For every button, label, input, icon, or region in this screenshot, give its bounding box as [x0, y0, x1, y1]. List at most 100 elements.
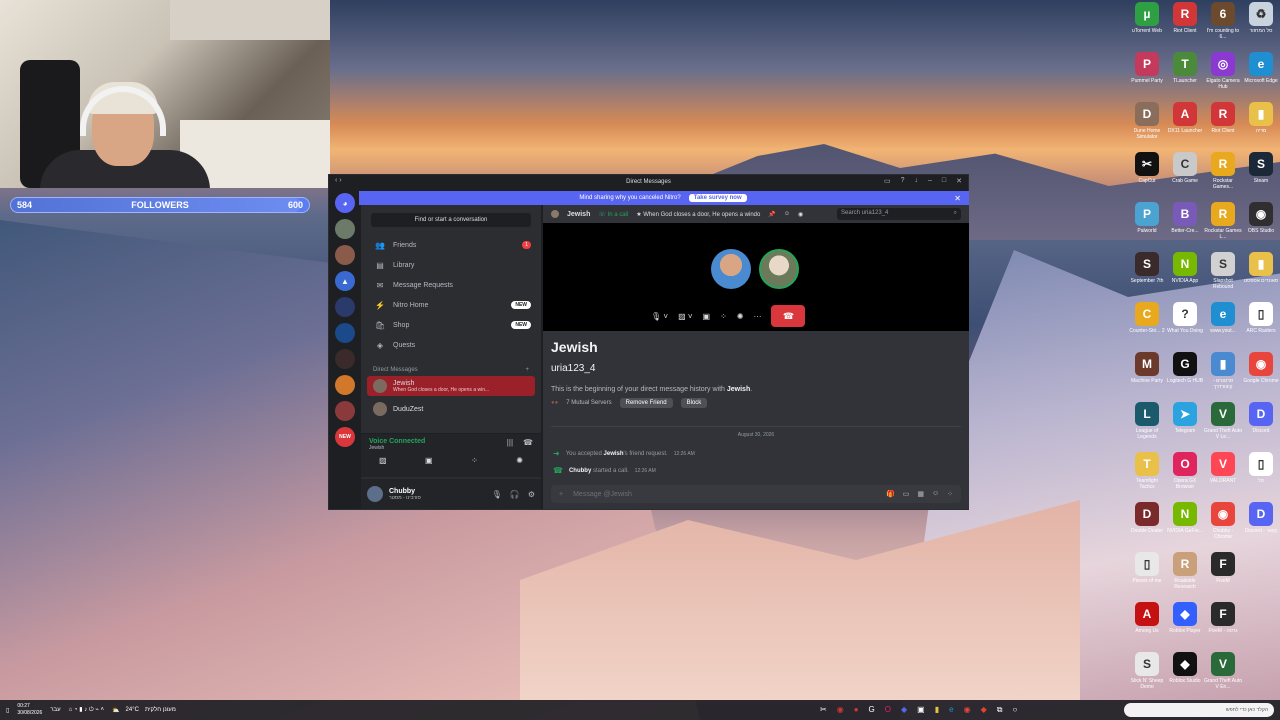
- close-window-icon[interactable]: ✕: [956, 177, 962, 185]
- obs-icon[interactable]: ●: [854, 705, 859, 715]
- capcut-icon[interactable]: ✂: [820, 705, 827, 715]
- new-server-icon[interactable]: NEW: [335, 427, 355, 447]
- nav-item-message-requests[interactable]: ✉ Message Requests: [367, 275, 535, 295]
- desktop-shortcut[interactable]: V Grand Theft Auto V En...: [1204, 652, 1242, 702]
- desktop-shortcut[interactable]: e www.yout...: [1204, 302, 1242, 352]
- add-friend-icon[interactable]: ☺: [784, 211, 790, 217]
- desktop-shortcut[interactable]: A Among Us: [1128, 602, 1166, 652]
- opera-icon[interactable]: O: [885, 705, 891, 715]
- language-indicator[interactable]: עבר: [50, 707, 60, 713]
- gift-icon[interactable]: 🎁: [886, 490, 895, 498]
- desktop-shortcut[interactable]: ▯ Pieces of me: [1128, 552, 1166, 602]
- desktop-shortcut[interactable]: P Pummel Party: [1128, 52, 1166, 102]
- profile-icon[interactable]: ◉: [798, 211, 803, 218]
- remove-friend-button[interactable]: Remove Friend: [619, 398, 673, 408]
- task-view-icon[interactable]: ⧉: [997, 705, 1003, 715]
- desktop-shortcut[interactable]: ▯ ARC Raiders: [1242, 302, 1280, 352]
- search-input[interactable]: Search uria123_4 ⌕: [837, 208, 961, 220]
- desktop-shortcut[interactable]: ◆ Roblox Player: [1166, 602, 1204, 652]
- desktop-shortcut[interactable]: ◉ OBS Studio: [1242, 202, 1280, 252]
- store-icon[interactable]: ▣: [917, 705, 925, 715]
- server-icon[interactable]: [335, 245, 355, 265]
- desktop-shortcut[interactable]: ◉ Chubby - Chrome: [1204, 502, 1242, 552]
- nav-item-shop[interactable]: 🛍 Shop NEW: [367, 315, 535, 335]
- disconnect-icon[interactable]: ☎: [523, 438, 533, 451]
- block-button[interactable]: Block: [680, 398, 708, 408]
- gif-icon[interactable]: ▭: [903, 490, 910, 498]
- desktop-shortcut[interactable]: V Grand Theft Auto V Le...: [1204, 402, 1242, 452]
- desktop-shortcut[interactable]: D Discord - קיצור: [1242, 502, 1280, 552]
- hang-up-button[interactable]: ☎: [771, 305, 806, 327]
- desktop-shortcut[interactable]: F FiveM - גרסה: [1204, 602, 1242, 652]
- create-dm-icon[interactable]: +: [525, 367, 529, 373]
- sticker-icon[interactable]: ▦: [917, 490, 924, 498]
- dm-list-item[interactable]: DuduZest: [367, 399, 535, 419]
- avatar[interactable]: [367, 486, 383, 502]
- cortana-icon[interactable]: ○: [1012, 705, 1017, 715]
- desktop-shortcut[interactable]: D Discord: [1242, 402, 1280, 452]
- camera-off-icon[interactable]: ▨: [379, 456, 387, 465]
- desktop-shortcut[interactable]: ▮ סרטונים - קיצורדרך: [1204, 352, 1242, 402]
- desktop-shortcut[interactable]: T Teamfight Tactics: [1128, 452, 1166, 502]
- desktop-shortcut[interactable]: D Double Dealer: [1128, 502, 1166, 552]
- desktop-shortcut[interactable]: A DX11 Launcher: [1166, 102, 1204, 152]
- take-survey-button[interactable]: Take survey now: [688, 194, 747, 202]
- file-explorer-icon[interactable]: ▮: [935, 705, 939, 715]
- message-composer[interactable]: + Message @Jewish 🎁 ▭ ▦ ☺ ⁘: [551, 485, 961, 503]
- attach-plus-icon[interactable]: +: [559, 491, 563, 498]
- screen-share-icon[interactable]: ▣: [425, 456, 433, 465]
- desktop-shortcut[interactable]: 6 I'm counting to 6...: [1204, 2, 1242, 52]
- desktop-shortcut[interactable]: e Microsoft Edge: [1242, 52, 1280, 102]
- desktop-shortcut[interactable]: ✂ CapCut: [1128, 152, 1166, 202]
- desktop-shortcut[interactable]: R Rockstar Games...: [1204, 152, 1242, 202]
- desktop-shortcut[interactable]: G Logitech G HUB: [1166, 352, 1204, 402]
- apps-icon[interactable]: ⁘: [947, 490, 953, 498]
- participant-avatar-speaking[interactable]: [759, 249, 799, 289]
- desktop-shortcut[interactable]: S September 7th: [1128, 252, 1166, 302]
- participant-avatar[interactable]: [711, 249, 751, 289]
- dm-list-item[interactable]: Jewish When God closes a door, He opens a…: [367, 376, 535, 396]
- desktop-shortcut[interactable]: ◆ Roblox Studio: [1166, 652, 1204, 702]
- desktop-shortcut[interactable]: N NVIDIA App: [1166, 252, 1204, 302]
- noise-suppression-icon[interactable]: |||: [507, 438, 513, 451]
- activities-icon[interactable]: ⁘: [720, 312, 727, 321]
- desktop-shortcut[interactable]: L League of Legends: [1128, 402, 1166, 452]
- server-icon[interactable]: [335, 375, 355, 395]
- desktop-shortcut[interactable]: D Dune Home Simulator: [1128, 102, 1166, 152]
- desktop-shortcut[interactable]: O Opera GX Browser: [1166, 452, 1204, 502]
- back-forward-icons[interactable]: ‹ ›: [335, 177, 342, 184]
- help-icon[interactable]: ?: [901, 177, 905, 185]
- desktop-shortcut[interactable]: ? What You Doing: [1166, 302, 1204, 352]
- desktop-shortcut[interactable]: S Stick N' Sheep Demo: [1128, 652, 1166, 702]
- network-icon[interactable]: ▯: [6, 707, 9, 714]
- desktop-shortcut[interactable]: µ uTorrent Web: [1128, 2, 1166, 52]
- desktop-shortcut[interactable]: ◉ Google Chrome: [1242, 352, 1280, 402]
- desktop-shortcut[interactable]: ♻ סל המחזור: [1242, 2, 1280, 52]
- edge-icon[interactable]: e: [949, 705, 953, 715]
- desktop-shortcut[interactable]: R Roadside Research: [1166, 552, 1204, 602]
- find-conversation-button[interactable]: Find or start a conversation: [371, 213, 531, 227]
- maximize-icon[interactable]: □: [942, 177, 946, 185]
- logitech-icon[interactable]: G: [869, 705, 875, 715]
- desktop-shortcut[interactable]: R Riot Client: [1166, 2, 1204, 52]
- weather-widget[interactable]: ⛅ 24°C מעונן חלקית: [112, 707, 176, 714]
- message-input[interactable]: Message @Jewish: [573, 491, 632, 498]
- brave-icon[interactable]: ◆: [981, 705, 987, 715]
- desktop-shortcut[interactable]: B Better-Cre...: [1166, 202, 1204, 252]
- riot-icon[interactable]: ◉: [837, 705, 844, 715]
- desktop-shortcut[interactable]: ➤ Telegram: [1166, 402, 1204, 452]
- settings-gear-icon[interactable]: ⚙: [528, 490, 535, 499]
- tray-icons[interactable]: ⌂ ◔ ▮ ♪ ⏻ ⌁ ˄: [69, 706, 104, 714]
- server-icon[interactable]: [335, 297, 355, 317]
- nav-item-nitro-home[interactable]: ⚡ Nitro Home NEW: [367, 295, 535, 315]
- desktop-shortcut[interactable]: ◎ Elgato Camera Hub: [1204, 52, 1242, 102]
- discord-home-icon[interactable]: ◕: [335, 193, 355, 213]
- desktop-shortcut[interactable]: ▮ סאונדים אספסט: [1242, 252, 1280, 302]
- activities-icon[interactable]: ⁘: [471, 456, 478, 465]
- soundboard-icon[interactable]: ✺: [516, 456, 523, 465]
- voice-status[interactable]: Voice Connected: [369, 438, 425, 445]
- desktop-shortcut[interactable]: ▯ סל: [1242, 452, 1280, 502]
- desktop-shortcut[interactable]: F FiveM: [1204, 552, 1242, 602]
- nav-item-friends[interactable]: 👥 Friends 1: [367, 235, 535, 255]
- inbox-icon[interactable]: ▭: [884, 177, 891, 185]
